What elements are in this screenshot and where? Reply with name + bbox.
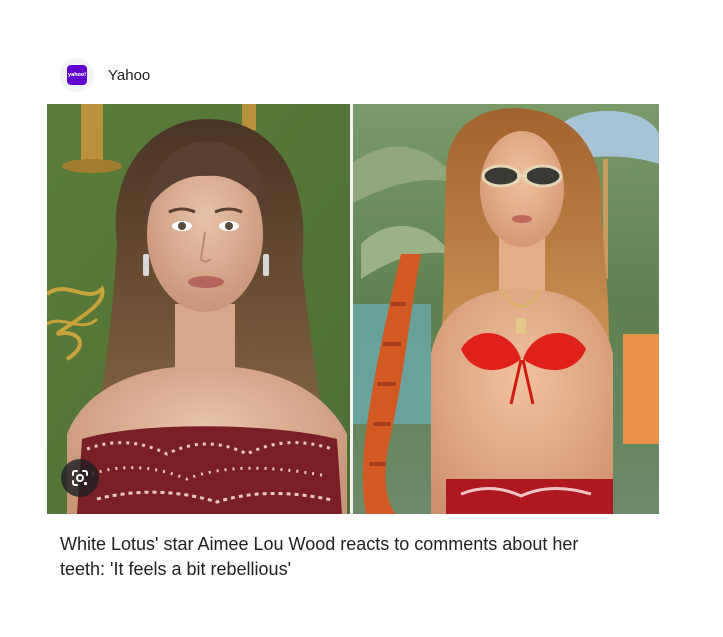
left-photo [47, 104, 351, 514]
article-headline[interactable]: White Lotus' star Aimee Lou Wood reacts … [60, 532, 620, 582]
article-image[interactable] [47, 104, 659, 514]
source-logo-badge: yahoo! [60, 58, 94, 92]
right-photo [351, 104, 659, 514]
image-divider [350, 104, 353, 514]
yahoo-logo-icon: yahoo! [67, 65, 87, 85]
news-card[interactable]: yahoo! Yahoo White Lotus' star Aimee Lou… [47, 48, 659, 596]
source-row[interactable]: yahoo! Yahoo [60, 58, 151, 92]
source-name: Yahoo [108, 66, 151, 84]
visual-search-button[interactable] [61, 459, 99, 497]
google-lens-icon [72, 470, 88, 486]
